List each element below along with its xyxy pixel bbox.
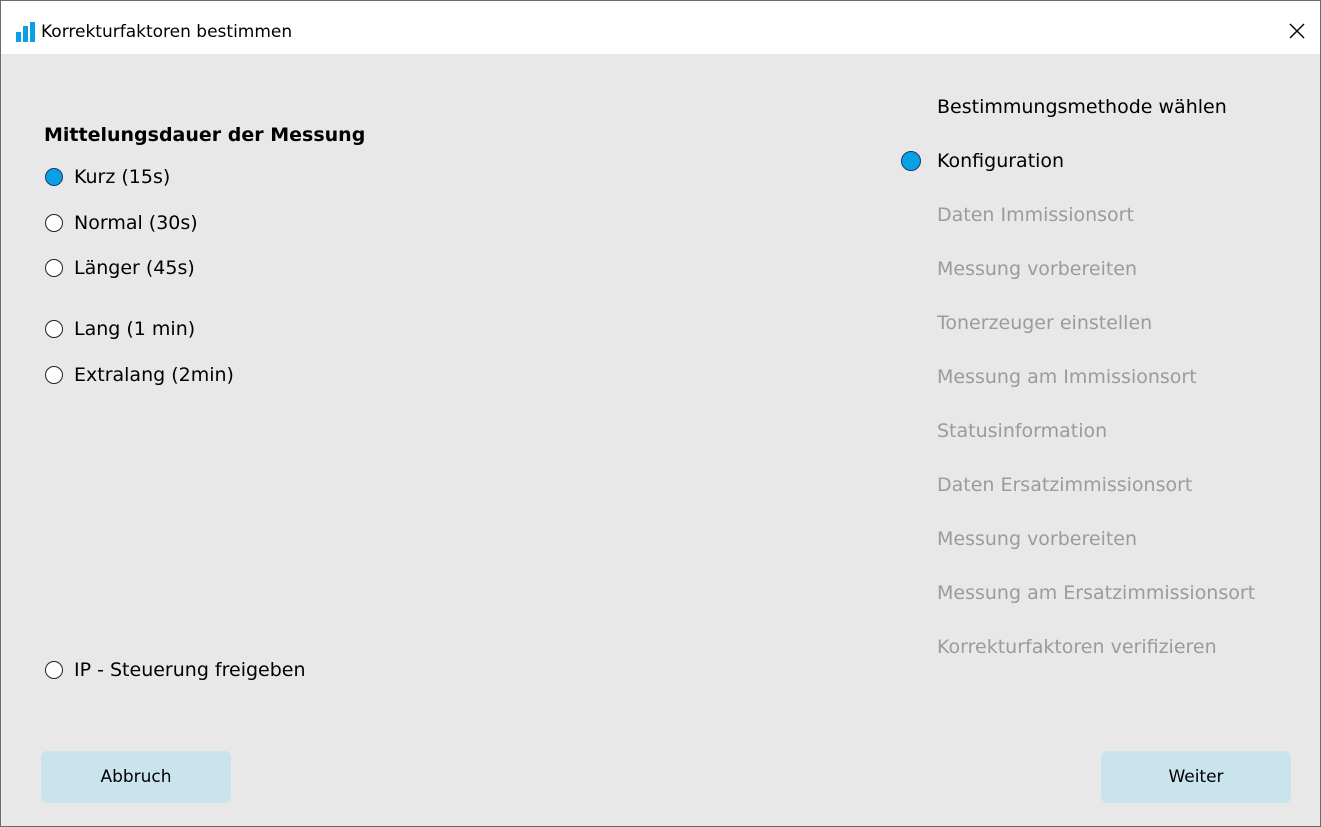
step-daten-immissionsort: Daten Immissionsort [937, 204, 1134, 226]
step-konfiguration: Konfiguration [937, 150, 1065, 172]
step-messung-am-ersatzimmissionsort: Messung am Ersatzimmissionsort [937, 582, 1256, 604]
radio-label: IP - Steuerung freigeben [74, 659, 306, 681]
radio-label: Länger (45s) [74, 257, 195, 279]
cancel-button[interactable]: Abbruch [41, 751, 231, 803]
radio-label: Lang (1 min) [74, 318, 196, 340]
step-statusinformation: Statusinformation [937, 420, 1108, 442]
radio-button[interactable] [45, 214, 63, 232]
title-bar: Korrekturfaktoren bestimmen [1, 1, 1320, 54]
step-messung-am-immissionsort: Messung am Immissionsort [937, 366, 1197, 388]
step-tonerzeuger-einstellen: Tonerzeuger einstellen [937, 312, 1153, 334]
radio-label: Kurz (15s) [74, 166, 171, 188]
radio-button[interactable] [45, 259, 63, 277]
close-button[interactable] [1274, 11, 1320, 51]
radio-button[interactable] [45, 661, 63, 679]
radio-label: Normal (30s) [74, 212, 198, 234]
radio-label: Extralang (2min) [74, 364, 234, 386]
active-step-indicator [901, 151, 921, 171]
radio-button[interactable] [45, 366, 63, 384]
step-korrekturfaktoren-verifizieren: Korrekturfaktoren verifizieren [937, 636, 1217, 658]
close-icon [1289, 23, 1305, 39]
dialog-window: Korrekturfaktoren bestimmen Mittelungsda… [0, 0, 1321, 827]
step-messung-vorbereiten: Messung vorbereiten [937, 258, 1138, 280]
duration-section-title: Mittelungsdauer der Messung [44, 124, 366, 146]
radio-duration-extralang[interactable]: Extralang (2min) [45, 362, 234, 388]
bar-chart-icon [16, 22, 35, 42]
next-button[interactable]: Weiter [1101, 751, 1291, 803]
radio-duration-laenger[interactable]: Länger (45s) [45, 255, 195, 281]
window-title: Korrekturfaktoren bestimmen [41, 22, 293, 42]
radio-button-checked[interactable] [45, 168, 63, 186]
radio-duration-lang[interactable]: Lang (1 min) [45, 316, 195, 342]
radio-duration-normal[interactable]: Normal (30s) [45, 210, 198, 236]
step-daten-ersatzimmissionsort: Daten Ersatzimmissionsort [937, 474, 1193, 496]
radio-duration-kurz[interactable]: Kurz (15s) [45, 164, 170, 190]
radio-button[interactable] [45, 320, 63, 338]
step-messung-vorbereiten-2: Messung vorbereiten [937, 528, 1138, 550]
steps-header: Bestimmungsmethode wählen [937, 96, 1227, 118]
radio-ip-control[interactable]: IP - Steuerung freigeben [45, 657, 306, 683]
